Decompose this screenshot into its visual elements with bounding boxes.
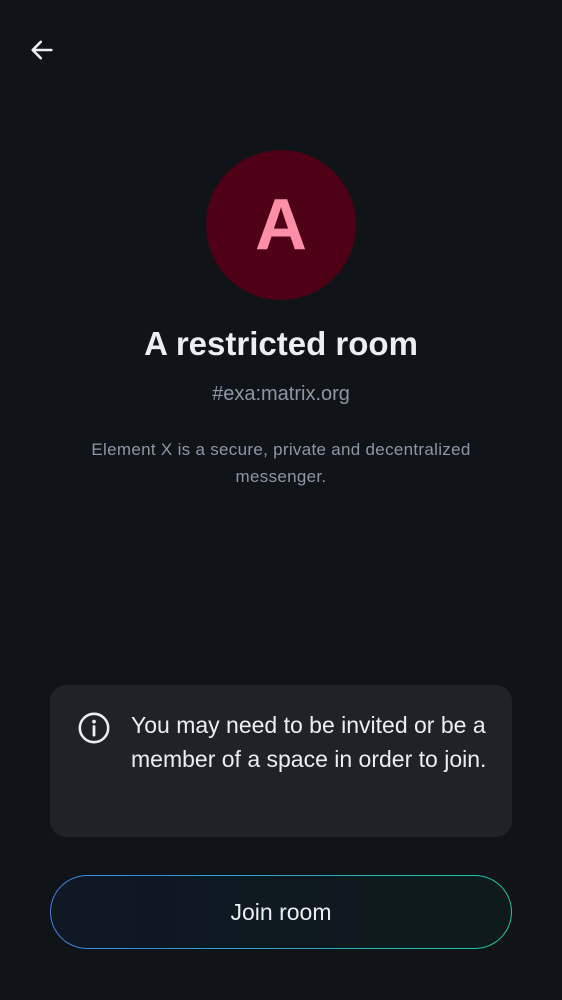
room-title: A restricted room [144,325,418,362]
join-room-button[interactable]: Join room [50,875,512,949]
back-button[interactable] [20,28,64,72]
room-alias: #exa:matrix.org [212,383,350,405]
room-topic: Element X is a secure, private and decen… [91,440,471,486]
notice-text: You may need to be invited or be a membe… [131,712,487,772]
restricted-notice-card: You may need to be invited or be a membe… [50,685,512,837]
info-icon [78,712,110,744]
avatar-initial: A [255,185,307,265]
room-avatar: A [206,150,356,300]
join-room-label: Join room [230,898,332,925]
arrow-left-icon [31,40,53,60]
